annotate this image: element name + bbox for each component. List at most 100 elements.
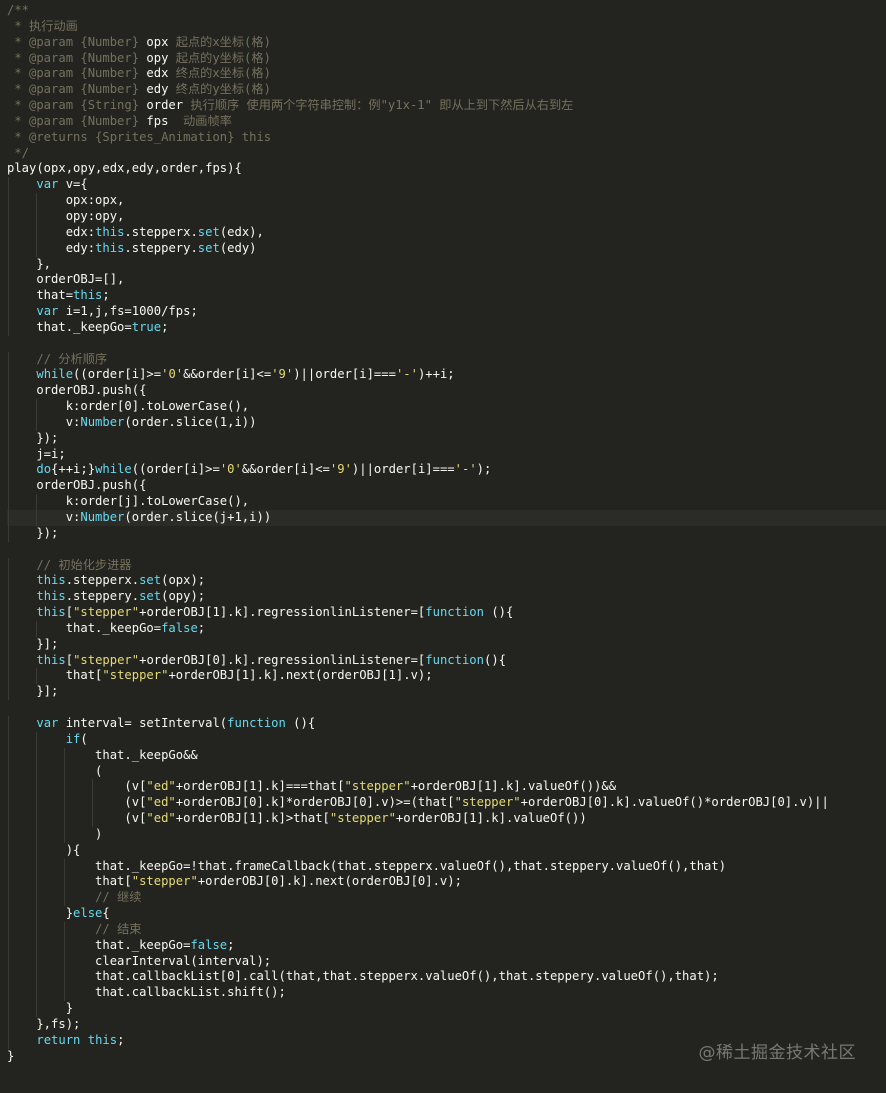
- code-line[interactable]: * @returns {Sprites_Animation} this: [7, 130, 886, 146]
- code-line[interactable]: ){: [7, 842, 886, 859]
- code-line[interactable]: */: [7, 146, 886, 162]
- indent-guide: [8, 589, 9, 606]
- indent-guide: [8, 414, 9, 431]
- code-token: 执行顺序 使用两个字符串控制：例"y1x-1" 即从上到下然后从右到左: [183, 98, 574, 113]
- code-line[interactable]: var v={: [7, 177, 886, 194]
- code-line[interactable]: that._keepGo=false;: [7, 620, 886, 637]
- code-line[interactable]: edx:this.stepperx.set(edx),: [7, 224, 886, 241]
- code-line[interactable]: opx:opx,: [7, 193, 886, 209]
- indent-guide: [36, 668, 37, 685]
- code-line[interactable]: j=i;: [7, 446, 886, 463]
- code-line[interactable]: }else{: [7, 906, 886, 922]
- code-line[interactable]: /**: [7, 3, 886, 19]
- code-line[interactable]: // 初始化步进器: [7, 557, 886, 574]
- code-line[interactable]: this["stepper"+orderOBJ[1].k].regression…: [7, 605, 886, 621]
- code-line[interactable]: that["stepper"+orderOBJ[1].k].next(order…: [7, 668, 886, 685]
- code-line[interactable]: * @param {Number} edx 终点的x坐标(格): [7, 66, 886, 82]
- indent-guide: [64, 890, 65, 907]
- indent-guide: [8, 795, 9, 812]
- code-line[interactable]: [7, 542, 886, 558]
- code-line[interactable]: v:Number(order.slice(j+1,i)): [7, 510, 886, 526]
- indent-guide: [8, 430, 9, 447]
- code-token: that.callbackList[0].call(that,that.step…: [7, 969, 719, 984]
- code-line[interactable]: that=this;: [7, 288, 886, 305]
- code-token: orderOBJ.push({: [7, 478, 147, 493]
- code-line[interactable]: (v["ed"+orderOBJ[1].k]>that["stepper"+or…: [7, 811, 886, 827]
- code-line[interactable]: // 继续: [7, 890, 886, 907]
- code-line[interactable]: edy:this.steppery.set(edy): [7, 240, 886, 257]
- code-line[interactable]: that._keepGo&&: [7, 747, 886, 764]
- code-line[interactable]: },fs);: [7, 1017, 886, 1033]
- code-area[interactable]: /** * 执行动画 * @param {Number} opx 起点的x坐标(…: [7, 3, 886, 1065]
- code-line[interactable]: var interval= setInterval(function (){: [7, 715, 886, 732]
- indent-guide: [36, 208, 37, 225]
- code-line[interactable]: * @param {Number} fps 动画帧率: [7, 114, 886, 130]
- code-line[interactable]: * @param {Number} opy 起点的y坐标(格): [7, 51, 886, 67]
- code-line[interactable]: [7, 336, 886, 352]
- code-line[interactable]: // 分析顺序: [7, 351, 886, 368]
- code-token: .stepperx.: [124, 224, 198, 239]
- code-line[interactable]: that._keepGo=true;: [7, 319, 886, 336]
- code-token: this: [36, 589, 66, 604]
- code-line[interactable]: that._keepGo=!that.frameCallback(that.st…: [7, 858, 886, 875]
- indent-guide: [36, 906, 37, 922]
- code-line[interactable]: * @param {String} order 执行顺序 使用两个字符串控制：例…: [7, 98, 886, 114]
- code-line[interactable]: do{++i;}while((order[i]>='0'&&order[i]<=…: [7, 462, 886, 479]
- code-line[interactable]: // 结束: [7, 921, 886, 938]
- code-line[interactable]: orderOBJ.push({: [7, 383, 886, 400]
- code-line[interactable]: [7, 700, 886, 716]
- code-line[interactable]: that._keepGo=false;: [7, 937, 886, 954]
- code-token: "stepper": [454, 795, 521, 810]
- code-token: that._keepGo=!that.frameCallback(that.st…: [7, 858, 727, 873]
- code-line[interactable]: v:Number(order.slice(1,i)): [7, 414, 886, 431]
- code-line[interactable]: },: [7, 256, 886, 273]
- indent-guide: [8, 177, 9, 194]
- code-line[interactable]: });: [7, 525, 886, 542]
- code-line[interactable]: k:order[0].toLowerCase(),: [7, 399, 886, 415]
- code-token: /**: [7, 3, 30, 17]
- indent-guide: [36, 795, 37, 812]
- code-token: set: [139, 573, 162, 588]
- code-line[interactable]: clearInterval(interval);: [7, 953, 886, 970]
- code-line[interactable]: that["stepper"+orderOBJ[0].k].next(order…: [7, 874, 886, 891]
- code-line[interactable]: }: [7, 1001, 886, 1017]
- code-line[interactable]: that.callbackList[0].call(that,that.step…: [7, 969, 886, 986]
- code-token: )||order[i]===: [293, 367, 396, 382]
- code-line[interactable]: }];: [7, 684, 886, 701]
- code-line[interactable]: orderOBJ=[],: [7, 272, 886, 289]
- code-token: ;: [197, 620, 206, 635]
- code-line[interactable]: * 执行动画: [7, 19, 886, 35]
- code-line[interactable]: * @param {Number} opx 起点的x坐标(格): [7, 35, 886, 51]
- code-line[interactable]: play(opx,opy,edx,edy,order,fps){: [7, 161, 886, 177]
- indent-guide: [92, 811, 93, 827]
- code-token: that._keepGo=: [7, 319, 132, 334]
- code-token: that._keepGo=: [7, 937, 191, 952]
- code-line[interactable]: (v["ed"+orderOBJ[1].k]===that["stepper"+…: [7, 779, 886, 796]
- code-token: (: [7, 763, 103, 778]
- code-token: edx: [146, 66, 169, 81]
- code-editor[interactable]: /** * 执行动画 * @param {Number} opx 起点的x坐标(…: [0, 0, 886, 1093]
- code-line[interactable]: that.callbackList.shift();: [7, 985, 886, 1002]
- code-line[interactable]: if(: [7, 731, 886, 748]
- code-line[interactable]: this["stepper"+orderOBJ[0].k].regression…: [7, 652, 886, 669]
- code-line[interactable]: ): [7, 826, 886, 843]
- indent-guide: [36, 494, 37, 510]
- code-line[interactable]: while((order[i]>='0'&&order[i]<='9')||or…: [7, 367, 886, 384]
- code-line[interactable]: (v["ed"+orderOBJ[0].k]*orderOBJ[0].v)>=(…: [7, 795, 886, 812]
- code-line[interactable]: var i=1,j,fs=1000/fps;: [7, 304, 886, 320]
- code-token: },: [7, 256, 52, 271]
- code-line[interactable]: }];: [7, 636, 886, 653]
- code-line[interactable]: });: [7, 430, 886, 447]
- code-line[interactable]: orderOBJ.push({: [7, 478, 886, 495]
- code-line[interactable]: (: [7, 763, 886, 780]
- code-line[interactable]: k:order[j].toLowerCase(),: [7, 494, 886, 510]
- code-line[interactable]: * @param {Number} edy 终点的y坐标(格): [7, 82, 886, 98]
- code-line[interactable]: this.stepperx.set(opx);: [7, 573, 886, 590]
- code-line[interactable]: opy:opy,: [7, 208, 886, 225]
- code-line[interactable]: this.steppery.set(opy);: [7, 589, 886, 606]
